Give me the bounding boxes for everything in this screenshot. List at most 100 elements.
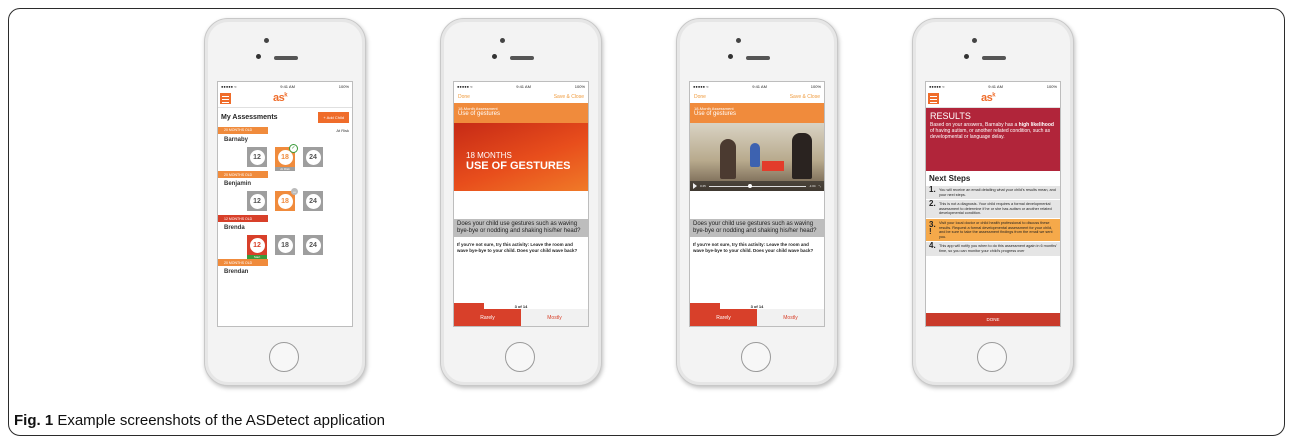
video-scrubber[interactable] (708, 183, 806, 188)
home-button[interactable] (977, 342, 1007, 372)
risk-label: At Risk (336, 127, 349, 133)
video-person (792, 133, 812, 179)
carrier-signal: ●●●●● ≈ (693, 84, 709, 89)
rarely-button[interactable]: Rarely (690, 309, 757, 326)
mostly-button[interactable]: Mostly (757, 309, 824, 326)
results-summary: Based on your answers, Barnaby has a hig… (930, 122, 1054, 141)
child-name[interactable]: Brenda (218, 222, 352, 233)
assessment-tiles: 12 18 ••• 24 (218, 188, 352, 215)
question-text: Does your child use gestures such as wav… (454, 219, 588, 237)
results-title: RESULTS (930, 111, 971, 121)
scrubber-knob[interactable] (747, 183, 752, 188)
menu-icon[interactable] (928, 93, 939, 104)
age-label: 20 MONTHS OLD (218, 259, 268, 266)
battery-level: 100% (574, 84, 585, 89)
child-name[interactable]: Brendan (218, 266, 352, 277)
results-panel: RESULTS Based on your answers, Barnaby h… (926, 108, 1060, 171)
next-step-item: 1. You will receive an email detailing wh… (926, 185, 1060, 200)
camera-icon (728, 54, 733, 59)
in-progress-icon: ••• (291, 188, 298, 195)
caption-text: Example screenshots of the ASDetect appl… (53, 412, 386, 429)
next-step-item-highlighted: 3.! Visit your local doctor or child heal… (926, 217, 1060, 242)
earpiece (746, 56, 770, 60)
assessment-tile-18[interactable]: 18 (275, 235, 295, 255)
assessment-tile-24[interactable]: 24 (303, 235, 323, 255)
status-bar: ●●●●● ≈ 9:41 AM 100% (690, 82, 824, 91)
play-icon[interactable] (693, 183, 697, 189)
next-step-item: 2. This is not a diagnosis. Your child re… (926, 199, 1060, 218)
save-close-button[interactable]: Save & Close (790, 94, 820, 100)
fullscreen-icon[interactable]: ⤡ (819, 184, 821, 188)
age-label: 12 MONTHS OLD (218, 215, 268, 222)
screen-question-video: ●●●●● ≈ 9:41 AM 100% Done Save & Close 1… (689, 81, 825, 327)
page-title: My Assessments (221, 113, 278, 121)
child-name[interactable]: Barnaby (218, 134, 352, 145)
assessment-tiles: 12 18 ✓ At Risk 24 (218, 144, 352, 171)
answer-buttons: Rarely Mostly (690, 309, 824, 326)
video-remaining: -1:04 (808, 184, 816, 188)
age-label: 20 MONTHS OLD (218, 126, 268, 134)
status-time: 9:41 AM (752, 84, 767, 89)
next-steps-heading: Next Steps (929, 174, 971, 183)
nav-bar: Done Save & Close (454, 91, 588, 103)
screen-question-intro: ●●●●● ≈ 9:41 AM 100% Done Save & Close 1… (453, 81, 589, 327)
video-person (720, 139, 736, 179)
carrier-signal: ●●●●● ≈ (221, 84, 237, 89)
figure-label: Fig. 1 (14, 412, 54, 429)
app-header: ask (218, 91, 352, 108)
battery-level: 100% (1046, 84, 1057, 89)
mostly-button[interactable]: Mostly (521, 309, 588, 326)
demo-video[interactable]: 0:45 -1:04 ⤡ (690, 123, 824, 191)
video-elapsed: 0:45 (700, 184, 706, 188)
app-logo: ask (273, 92, 288, 104)
app-logo: ask (981, 92, 996, 104)
save-close-button[interactable]: Save & Close (554, 94, 584, 100)
done-button[interactable]: Done (694, 94, 706, 100)
battery-level: 100% (338, 84, 349, 89)
phone-3: ●●●●● ≈ 9:41 AM 100% Done Save & Close 1… (676, 18, 838, 386)
age-row: 20 MONTHS OLD At Risk (218, 126, 352, 134)
battery-level: 100% (810, 84, 821, 89)
carrier-signal: ●●●●● ≈ (457, 84, 473, 89)
camera-icon (256, 54, 261, 59)
warning-icon: ! (929, 226, 932, 236)
banner-topic: USE OF GESTURES (466, 160, 571, 172)
assessment-topic: Use of gestures (694, 111, 737, 117)
phone-4: ●●●●● ≈ 9:41 AM 100% ask RESULTS Based o… (912, 18, 1074, 386)
earpiece (982, 56, 1006, 60)
child-name[interactable]: Benjamin (218, 178, 352, 189)
status-bar: ●●●●● ≈ 9:41 AM 100% (454, 82, 588, 91)
home-button[interactable] (269, 342, 299, 372)
screen-my-assessments: ●●●●● ≈ 9:41 AM 100% ask My Assessments … (217, 81, 353, 327)
figure-frame (8, 8, 1285, 436)
done-button[interactable]: Done (458, 94, 470, 100)
sensor (736, 38, 741, 43)
assessment-tile-24[interactable]: 24 (303, 191, 323, 211)
start-label: Start (247, 255, 267, 259)
home-button[interactable] (741, 342, 771, 372)
phone-1: ●●●●● ≈ 9:41 AM 100% ask My Assessments … (204, 18, 366, 386)
phone-2: ●●●●● ≈ 9:41 AM 100% Done Save & Close 1… (440, 18, 602, 386)
nav-bar: Done Save & Close (690, 91, 824, 103)
figure-caption: Fig. 1 Example screenshots of the ASDete… (14, 412, 385, 429)
assessment-tile-18[interactable]: 18 ••• (275, 188, 298, 211)
menu-icon[interactable] (220, 93, 231, 104)
home-button[interactable] (505, 342, 535, 372)
assessment-tile-12[interactable]: 12 (247, 191, 267, 211)
done-button[interactable]: DONE (926, 313, 1060, 326)
question-text: Does your child use gestures such as wav… (690, 219, 824, 237)
camera-icon (964, 54, 969, 59)
status-time: 9:41 AM (516, 84, 531, 89)
video-controls: 0:45 -1:04 ⤡ (690, 181, 824, 191)
assessment-tile-18[interactable]: 18 ✓ At Risk (275, 144, 298, 171)
assessment-tile-12[interactable]: 12 Start (247, 235, 267, 259)
topic-banner: 18 MONTHS USE OF GESTURES (454, 123, 588, 191)
status-bar: ●●●●● ≈ 9:41 AM 100% (218, 82, 352, 91)
activity-hint: If you're not sure, try this activity: L… (693, 242, 814, 253)
assessment-tile-12[interactable]: 12 (247, 147, 267, 167)
assessment-tile-24[interactable]: 24 (303, 147, 323, 167)
earpiece (274, 56, 298, 60)
rarely-button[interactable]: Rarely (454, 309, 521, 326)
add-child-button[interactable]: + Add Child (318, 111, 349, 123)
assessment-topic: Use of gestures (458, 111, 501, 117)
